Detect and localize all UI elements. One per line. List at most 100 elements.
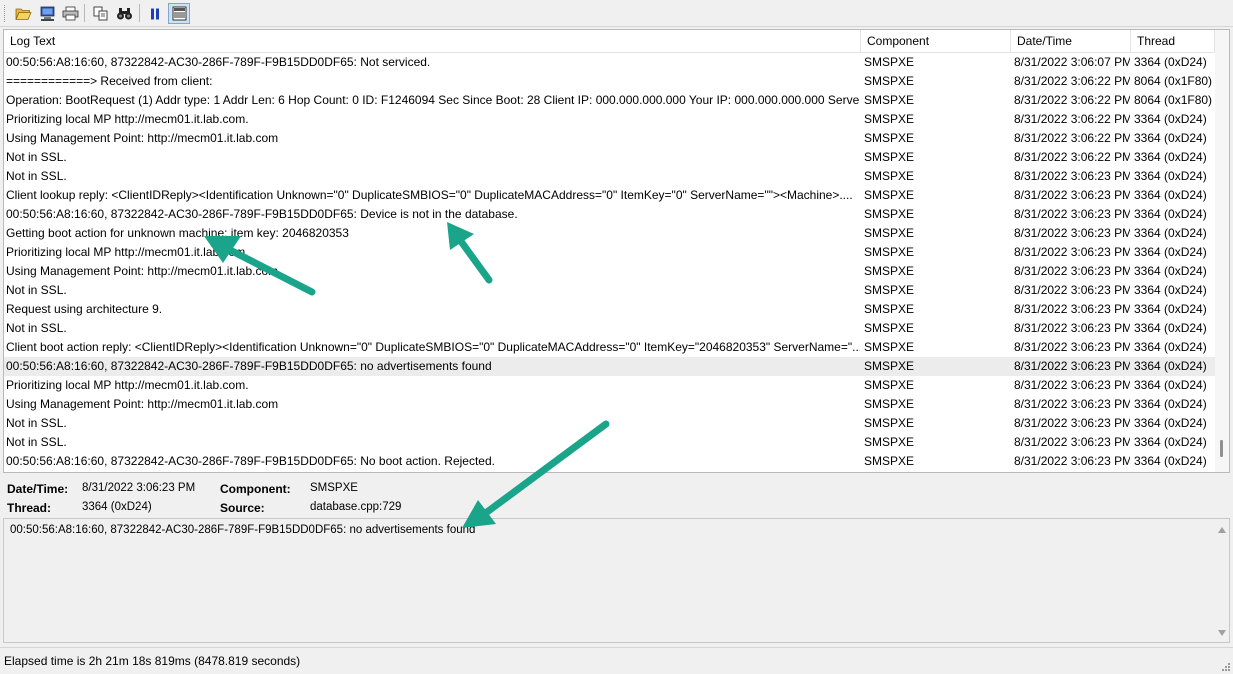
size-grip-icon[interactable] — [1221, 662, 1231, 672]
log-row-thread: 3364 (0xD24) — [1134, 302, 1207, 316]
log-row-text: Not in SSL. — [6, 416, 67, 430]
log-grid-scrollbar[interactable] — [1215, 30, 1229, 472]
log-row-component: SMSPXE — [864, 359, 915, 373]
column-header-datetime[interactable]: Date/Time — [1011, 30, 1131, 53]
detail-source-label: Source: — [220, 501, 265, 515]
column-header-thread[interactable]: Thread — [1131, 30, 1215, 53]
log-row-text: Operation: BootRequest (1) Addr type: 1 … — [6, 93, 860, 107]
log-row-thread: 3364 (0xD24) — [1134, 264, 1207, 278]
detail-thread-value: 3364 (0xD24) — [82, 501, 152, 513]
log-row-datetime: 8/31/2022 3:06:22 PM — [1014, 93, 1130, 107]
log-row-component: SMSPXE — [864, 340, 915, 354]
log-row[interactable]: Using Management Point: http://mecm01.it… — [4, 262, 1215, 281]
log-row[interactable]: Using Management Point: http://mecm01.it… — [4, 129, 1215, 148]
log-row-component: SMSPXE — [864, 416, 915, 430]
elapsed-time-text: Elapsed time is 2h 21m 18s 819ms (8478.8… — [4, 654, 301, 668]
log-grid[interactable]: Log Text Component Date/Time Thread 00:5… — [3, 29, 1230, 473]
log-row-datetime: 8/31/2022 3:06:23 PM — [1014, 378, 1130, 392]
log-row-component: SMSPXE — [864, 435, 915, 449]
log-row-component: SMSPXE — [864, 378, 915, 392]
log-row-thread: 3364 (0xD24) — [1134, 454, 1207, 468]
log-row[interactable]: Not in SSL. SMSPXE 8/31/2022 3:06:23 PM 336… — [4, 414, 1215, 433]
log-row[interactable]: Getting boot action for unknown machine:… — [4, 224, 1215, 243]
log-row[interactable]: Operation: BootRequest (1) Addr type: 1 … — [4, 91, 1215, 110]
print-button[interactable] — [59, 3, 81, 24]
log-row[interactable]: Not in SSL. SMSPXE 8/31/2022 3:06:23 PM 336… — [4, 433, 1215, 452]
log-row-text: Using Management Point: http://mecm01.it… — [6, 264, 279, 278]
column-header-component[interactable]: Component — [861, 30, 1011, 53]
log-row-datetime: 8/31/2022 3:06:23 PM — [1014, 302, 1130, 316]
log-row-thread: 3364 (0xD24) — [1134, 340, 1207, 354]
log-row[interactable]: Client lookup reply: <ClientIDReply><Ide… — [4, 186, 1215, 205]
log-row[interactable]: Client boot action reply: <ClientIDReply… — [4, 338, 1215, 357]
log-row-component: SMSPXE — [864, 150, 915, 164]
log-row-thread: 3364 (0xD24) — [1134, 245, 1207, 259]
column-header-log-text[interactable]: Log Text — [4, 30, 861, 53]
log-row[interactable]: 00:50:56:A8:16:60, 87322842-AC30-286F-78… — [4, 205, 1215, 224]
log-row-text: Client lookup reply: <ClientIDReply><Ide… — [6, 188, 853, 202]
log-row[interactable]: Using Management Point: http://mecm01.it… — [4, 395, 1215, 414]
copy-button[interactable] — [90, 3, 112, 24]
log-row-thread: 3364 (0xD24) — [1134, 397, 1207, 411]
log-row[interactable]: Not in SSL. SMSPXE 8/31/2022 3:06:22 PM 336… — [4, 148, 1215, 167]
log-row[interactable]: Not in SSL. SMSPXE 8/31/2022 3:06:23 PM 336… — [4, 281, 1215, 300]
log-row-thread: 3364 (0xD24) — [1134, 283, 1207, 297]
find-icon — [116, 8, 132, 20]
log-row-text: Not in SSL. — [6, 169, 67, 183]
log-row-component: SMSPXE — [864, 302, 915, 316]
log-row-datetime: 8/31/2022 3:06:23 PM — [1014, 321, 1130, 335]
log-row[interactable]: 00:50:56:A8:16:60, 87322842-AC30-286F-78… — [4, 357, 1215, 376]
find-button[interactable] — [113, 3, 135, 24]
log-row-thread: 3364 (0xD24) — [1134, 416, 1207, 430]
log-row[interactable]: 00:50:56:A8:16:60, 87322842-AC30-286F-78… — [4, 53, 1215, 72]
log-row-thread: 3364 (0xD24) — [1134, 55, 1207, 69]
log-row[interactable]: Request using architecture 9. SMSPXE 8/31/… — [4, 300, 1215, 319]
log-row[interactable]: Prioritizing local MP http://mecm01.it.l… — [4, 110, 1215, 129]
log-row[interactable]: Not in SSL. SMSPXE 8/31/2022 3:06:23 PM 336… — [4, 319, 1215, 338]
log-row[interactable]: ============> Received from client: SMSPX… — [4, 72, 1215, 91]
log-row-thread: 3364 (0xD24) — [1134, 150, 1207, 164]
log-row-text: Using Management Point: http://mecm01.it… — [6, 131, 279, 145]
detail-thread-label: Thread: — [7, 501, 52, 515]
log-row-datetime: 8/31/2022 3:06:23 PM — [1014, 454, 1130, 468]
status-bar: Elapsed time is 2h 21m 18s 819ms (8478.8… — [0, 647, 1233, 674]
log-row-datetime: 8/31/2022 3:06:22 PM — [1014, 150, 1130, 164]
log-grid-scrollbar-thumb[interactable] — [1220, 440, 1223, 457]
log-row-datetime: 8/31/2022 3:06:23 PM — [1014, 416, 1130, 430]
log-row[interactable]: 00:50:56:A8:16:60, 87322842-AC30-286F-78… — [4, 452, 1215, 471]
log-row-text: Getting boot action for unknown machine:… — [6, 226, 349, 240]
log-row-component: SMSPXE — [864, 264, 915, 278]
detail-message-scrollbar[interactable] — [1214, 519, 1229, 642]
open-button[interactable] — [12, 3, 34, 24]
log-row-datetime: 8/31/2022 3:06:22 PM — [1014, 131, 1130, 145]
log-row-component: SMSPXE — [864, 226, 915, 240]
log-row-component: SMSPXE — [864, 55, 915, 69]
log-row[interactable]: Prioritizing local MP http://mecm01.it.l… — [4, 376, 1215, 395]
log-row-component: SMSPXE — [864, 207, 915, 221]
log-row-datetime: 8/31/2022 3:06:22 PM — [1014, 112, 1130, 126]
log-row-text: Client boot action reply: <ClientIDReply… — [6, 340, 860, 354]
scroll-down-icon[interactable] — [1218, 630, 1226, 636]
log-row-datetime: 8/31/2022 3:06:23 PM — [1014, 169, 1130, 183]
print-icon — [62, 6, 78, 21]
toolbar-separator — [84, 4, 85, 22]
open-on-server-button[interactable] — [36, 3, 58, 24]
log-row-text: 00:50:56:A8:16:60, 87322842-AC30-286F-78… — [6, 454, 495, 468]
log-row-datetime: 8/31/2022 3:06:23 PM — [1014, 188, 1130, 202]
detail-message-box[interactable]: 00:50:56:A8:16:60, 87322842-AC30-286F-78… — [3, 518, 1230, 643]
log-row-text: Using Management Point: http://mecm01.it… — [6, 397, 279, 411]
log-row-component: SMSPXE — [864, 169, 915, 183]
show-details-button[interactable] — [168, 3, 190, 24]
log-row-component: SMSPXE — [864, 397, 915, 411]
log-rows: 00:50:56:A8:16:60, 87322842-AC30-286F-78… — [4, 53, 1215, 471]
detail-message-text: 00:50:56:A8:16:60, 87322842-AC30-286F-78… — [10, 524, 476, 536]
log-row-datetime: 8/31/2022 3:06:23 PM — [1014, 435, 1130, 449]
copy-icon — [93, 6, 108, 21]
log-row[interactable]: Not in SSL. SMSPXE 8/31/2022 3:06:23 PM 336… — [4, 167, 1215, 186]
pause-button[interactable] — [144, 3, 166, 24]
scroll-up-icon[interactable] — [1218, 527, 1226, 533]
log-row-text: Not in SSL. — [6, 321, 67, 335]
toolbar-grip[interactable] — [4, 5, 6, 22]
log-row[interactable]: Prioritizing local MP http://mecm01.it.l… — [4, 243, 1215, 262]
log-row-text: Not in SSL. — [6, 435, 67, 449]
